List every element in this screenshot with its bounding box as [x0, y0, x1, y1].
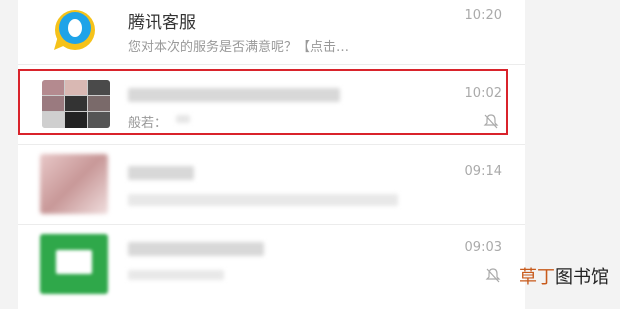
chat-time: 09:03	[464, 240, 502, 255]
selection-highlight	[18, 69, 508, 135]
chat-time: 09:14	[464, 164, 502, 179]
blurred-avatar	[40, 154, 108, 214]
chat-name: 腾讯客服	[128, 13, 196, 33]
watermark-accent: 草丁	[519, 267, 555, 288]
chat-time: 10:20	[464, 8, 502, 23]
divider	[18, 64, 525, 65]
qq-penguin-icon	[50, 6, 100, 56]
divider	[18, 224, 525, 225]
divider	[18, 144, 525, 145]
mute-bell-icon	[485, 268, 501, 283]
watermark-rest: 图书馆	[555, 267, 609, 288]
chat-preview: 您对本次的服务是否满意呢？【点击…	[128, 40, 350, 55]
chat-name-redacted	[128, 166, 194, 180]
watermark-text: 草丁图书馆	[519, 263, 609, 289]
chat-name-redacted	[128, 242, 264, 256]
chat-preview-redacted	[128, 270, 224, 280]
blurred-green-avatar	[40, 234, 108, 294]
chat-preview-redacted	[128, 194, 398, 206]
